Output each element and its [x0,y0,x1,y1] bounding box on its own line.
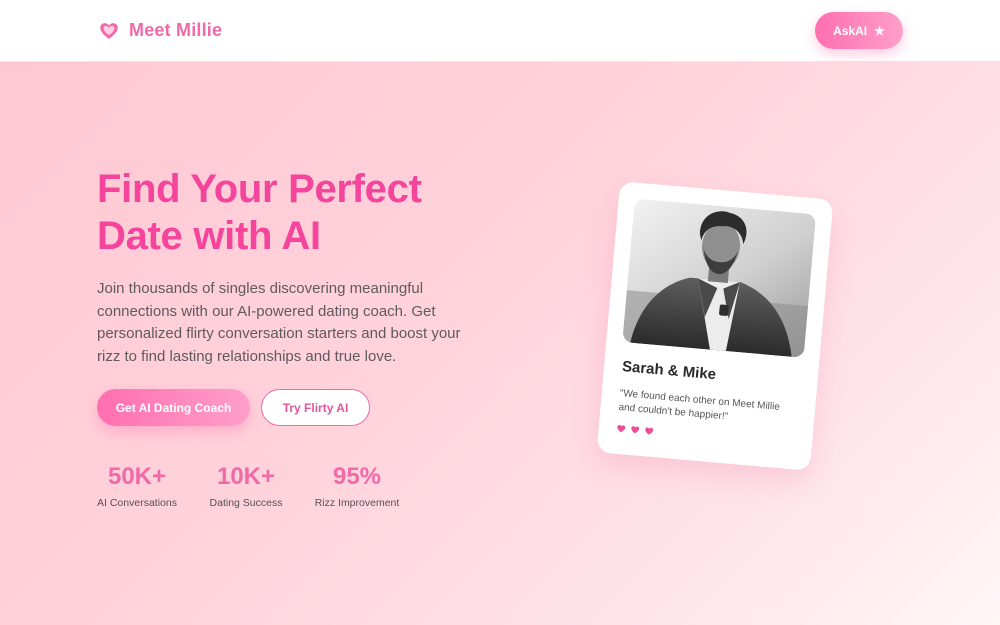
stat-label: Rizz Improvement [314,497,400,509]
logo[interactable]: Meet Millie [99,20,222,41]
heart-icon [617,425,626,433]
heart-icon [645,427,654,435]
stat-value: 50K+ [107,463,167,490]
stat-rizz-improvement: 95% Rizz Improvement [314,463,400,509]
askai-button[interactable]: AskAI ★ [815,12,903,49]
stat-label: Dating Success [209,497,283,509]
hero-title: Find Your Perfect Date with AI [97,166,517,260]
stat-conversations: 50K+ AI Conversations [97,463,177,509]
testimonial-quote: "We found each other on Meet Millie and … [618,387,781,423]
site-header: Meet Millie AskAI ★ [0,0,1000,62]
get-ai-dating-coach-button[interactable]: Get AI Dating Coach [97,389,250,426]
heart-icon [631,426,640,434]
stat-dating-success: 10K+ Dating Success [209,463,283,509]
couple-photo [622,198,817,358]
stat-value: 95% [332,463,382,490]
stat-value: 10K+ [216,463,276,490]
hero-title-line1: Find Your Perfect [97,167,422,211]
testimonial-card: Sarah & Mike "We found each other on Mee… [596,181,834,471]
askai-label: AskAI [833,23,868,38]
star-icon: ★ [874,23,885,38]
hero-description: Join thousands of singles discovering me… [97,280,461,365]
testimonial-names: Sarah & Mike [621,358,717,384]
hero-title-line2: Date with AI [97,214,321,258]
try-flirty-ai-button[interactable]: Try Flirty AI [261,389,370,426]
heart-logo-icon [100,22,118,39]
rating-hearts [616,424,654,436]
logo-text: Meet Millie [129,20,223,40]
stat-label: AI Conversations [97,497,177,509]
